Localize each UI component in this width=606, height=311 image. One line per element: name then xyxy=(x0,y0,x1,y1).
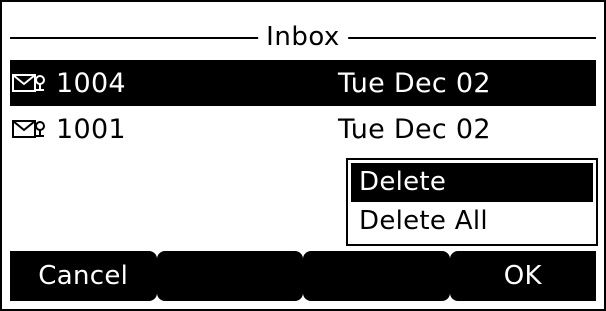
message-date: Tue Dec 02 xyxy=(338,67,491,99)
page-title: Inbox xyxy=(258,20,348,54)
menu-item-delete-all[interactable]: Delete All xyxy=(351,202,593,241)
softkey-3[interactable] xyxy=(303,251,450,301)
softkey-2[interactable] xyxy=(156,251,303,301)
options-popup-menu: Delete Delete All xyxy=(346,158,598,246)
title-bar: Inbox xyxy=(10,20,596,54)
phone-screen: Inbox 1004 Tue Dec 02 1001 Tue Dec 02 De… xyxy=(0,0,606,311)
ok-softkey[interactable]: OK xyxy=(449,251,596,301)
cancel-softkey[interactable]: Cancel xyxy=(10,251,157,301)
voicemail-envelope-icon xyxy=(12,117,48,141)
message-row[interactable]: 1004 Tue Dec 02 xyxy=(10,60,596,106)
message-row[interactable]: 1001 Tue Dec 02 xyxy=(10,106,596,152)
voicemail-envelope-icon xyxy=(12,71,48,95)
menu-item-delete[interactable]: Delete xyxy=(351,163,593,202)
message-list: 1004 Tue Dec 02 1001 Tue Dec 02 xyxy=(10,60,596,152)
message-number: 1001 xyxy=(56,113,126,145)
softkey-bar: Cancel OK xyxy=(10,251,596,301)
message-date: Tue Dec 02 xyxy=(338,113,491,145)
message-number: 1004 xyxy=(56,67,126,99)
